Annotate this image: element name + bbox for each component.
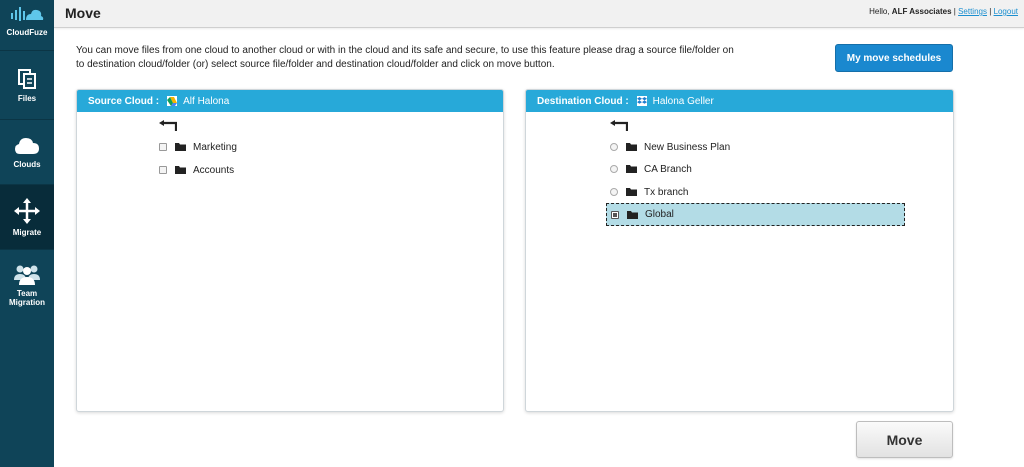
source-cloud-panel: Source Cloud : Alf Halona Marketing Acco… — [76, 89, 504, 412]
cloud-icon — [15, 137, 39, 154]
top-bar: Move Hello, ALF Associates | Settings | … — [54, 0, 1024, 28]
back-arrow-icon[interactable] — [159, 120, 177, 132]
folder-name: CA Branch — [644, 163, 692, 175]
folder-icon — [626, 143, 637, 151]
move-button[interactable]: Move — [856, 421, 953, 458]
settings-link[interactable]: Settings — [958, 7, 987, 16]
nav-item-migrate[interactable]: Migrate — [0, 184, 54, 249]
folder-name: New Business Plan — [644, 141, 731, 153]
back-arrow-icon[interactable] — [610, 120, 628, 132]
team-icon — [14, 265, 40, 285]
item-radio[interactable] — [610, 143, 618, 151]
item-checkbox[interactable] — [159, 143, 167, 151]
user-name: ALF Associates — [891, 7, 952, 16]
google-drive-icon — [167, 96, 178, 106]
sidebar: CloudFuze Files Clouds Migrate Team Migr… — [0, 0, 54, 467]
nav-label: Migrate — [12, 227, 42, 237]
item-radio[interactable] — [610, 188, 618, 196]
dropbox-icon — [636, 96, 647, 106]
folder-icon — [626, 188, 637, 196]
destination-cloud-panel: Destination Cloud : Halona Geller New Bu… — [525, 89, 954, 412]
item-checkbox[interactable] — [611, 210, 619, 219]
folder-icon — [627, 210, 638, 219]
list-item[interactable]: CA Branch — [610, 159, 810, 179]
greeting-text: Hello, — [869, 7, 890, 16]
nav-item-files[interactable]: Files — [0, 50, 54, 119]
list-item[interactable]: Accounts — [159, 160, 359, 180]
item-checkbox[interactable] — [159, 166, 167, 174]
folder-name: Marketing — [193, 141, 237, 153]
folder-icon — [175, 166, 186, 174]
brand-logo[interactable]: CloudFuze — [0, 0, 54, 50]
list-item[interactable]: Marketing — [159, 137, 359, 157]
page-title: Move — [65, 5, 101, 21]
destination-account-name: Halona Geller — [652, 95, 714, 107]
source-panel-header: Source Cloud : Alf Halona — [77, 90, 503, 112]
user-bar: Hello, ALF Associates | Settings | Logou… — [869, 7, 1018, 16]
move-description: You can move files from one cloud to ano… — [76, 45, 734, 70]
nav-item-clouds[interactable]: Clouds — [0, 119, 54, 184]
source-heading: Source Cloud : — [88, 95, 160, 107]
destination-panel-header: Destination Cloud : Halona Geller — [526, 90, 953, 112]
brand-name: CloudFuze — [6, 28, 48, 37]
my-move-schedules-button[interactable]: My move schedules — [835, 44, 953, 72]
folder-icon — [626, 165, 637, 173]
move-arrows-icon — [14, 197, 40, 224]
folder-icon — [175, 143, 186, 151]
files-icon — [18, 68, 36, 89]
nav-label: Files — [17, 93, 37, 103]
cloudfuze-logo-icon — [11, 7, 44, 21]
separator: | — [953, 7, 956, 16]
nav-item-team-migration[interactable]: Team Migration — [0, 249, 54, 320]
logout-link[interactable]: Logout — [994, 7, 1018, 16]
folder-name: Tx branch — [644, 186, 689, 198]
list-item[interactable]: Tx branch — [610, 182, 810, 202]
destination-heading: Destination Cloud : — [537, 95, 629, 107]
source-account-name: Alf Halona — [183, 95, 230, 107]
list-item-selected[interactable]: Global — [606, 203, 905, 226]
nav-label: Team Migration — [9, 289, 45, 307]
folder-name: Accounts — [193, 164, 235, 176]
item-radio[interactable] — [610, 165, 618, 173]
folder-name: Global — [645, 209, 674, 220]
nav-label: Clouds — [13, 159, 41, 169]
separator: | — [989, 7, 992, 16]
list-item[interactable]: New Business Plan — [610, 137, 810, 157]
